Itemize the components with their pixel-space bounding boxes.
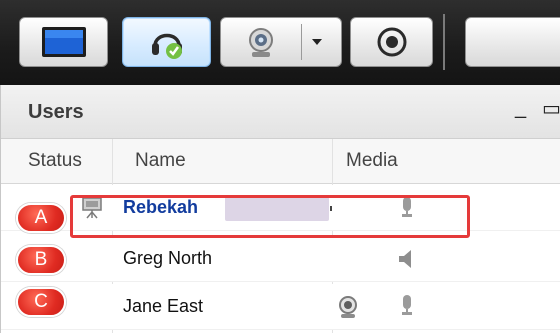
microphone-icon — [402, 295, 412, 315]
screen-share-icon — [41, 27, 86, 57]
panel-title: Users — [28, 101, 84, 123]
callout-badge-b: B — [16, 245, 66, 275]
speaker-icon — [399, 250, 411, 268]
record-button[interactable] — [350, 17, 433, 67]
minimize-button[interactable]: _ — [515, 97, 526, 120]
panel-header: Users _ ▭ — [1, 85, 560, 139]
toolbar-button-partial[interactable] — [465, 17, 560, 67]
headset-icon — [151, 33, 182, 59]
dropdown-divider — [301, 24, 302, 60]
record-icon — [377, 27, 406, 57]
top-toolbar — [0, 0, 560, 85]
webcam-button[interactable] — [220, 17, 342, 67]
column-status[interactable]: Status — [28, 150, 82, 172]
toolbar-separator — [443, 14, 445, 70]
column-header-row: Status Name Media — [1, 139, 560, 184]
webcam-icon — [339, 296, 357, 318]
screen-share-button[interactable] — [19, 17, 108, 67]
user-name[interactable]: Jane East — [123, 296, 203, 317]
user-row-greg-north[interactable]: Greg North — [1, 236, 560, 282]
column-name[interactable]: Name — [135, 150, 186, 172]
column-media[interactable]: Media — [346, 150, 398, 172]
maximize-button[interactable]: ▭ — [542, 96, 560, 121]
audio-button[interactable] — [122, 17, 211, 67]
callout-badge-a: A — [16, 203, 66, 233]
user-row-jane-east[interactable]: Jane East — [1, 284, 560, 330]
callout-badge-c: C — [16, 287, 66, 317]
highlight-box — [70, 195, 470, 238]
webcam-icon — [249, 28, 273, 57]
user-name[interactable]: Greg North — [123, 248, 212, 269]
chevron-down-icon[interactable] — [311, 37, 323, 47]
